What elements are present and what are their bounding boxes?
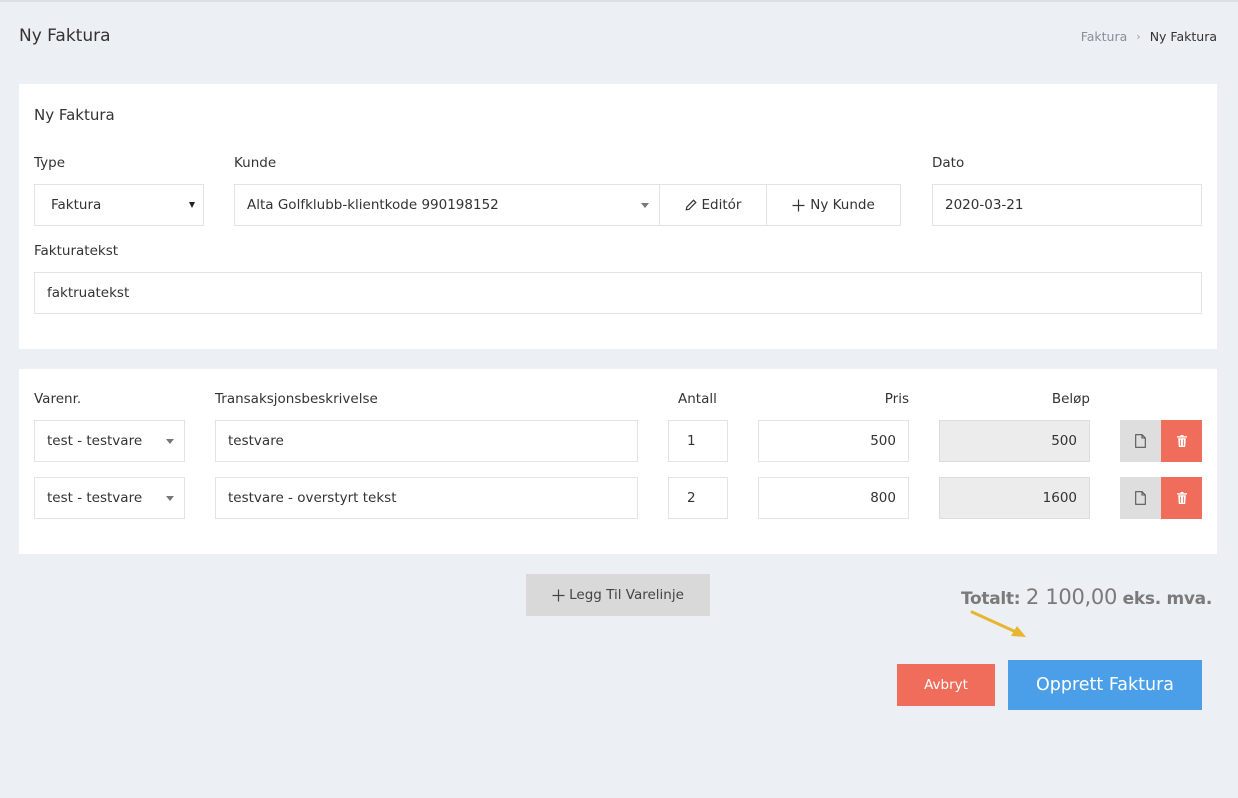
total-suffix: eks. mva. [1122, 589, 1213, 609]
row-1-description-input[interactable]: testvare [215, 420, 638, 462]
row-2-price-input[interactable]: 800 [758, 477, 909, 519]
file-icon [1135, 434, 1146, 448]
total-summary: Totalt: 2 100,00 eks. mva. [961, 585, 1212, 609]
page-title: Ny Faktura [19, 26, 111, 46]
edit-customer-label: Editór [701, 197, 742, 213]
breadcrumb-current: Ny Faktura [1149, 29, 1217, 44]
row-2-description-input[interactable]: testvare - overstyrt tekst [215, 477, 638, 519]
add-line-label: Legg Til Varelinje [569, 587, 684, 603]
row-1-quantity-value: 1 [687, 433, 696, 449]
row-2-varenr-value: test - testvare [47, 490, 143, 506]
file-icon [1135, 491, 1146, 505]
row-2-quantity-value: 2 [687, 490, 696, 506]
row-1-description-value: testvare [228, 433, 284, 449]
line-items-card: Varenr. Transaksjonsbeskrivelse Antall P… [19, 369, 1217, 554]
plus-icon [792, 199, 805, 211]
row-2-delete-button[interactable] [1161, 477, 1202, 519]
row-2-quantity-input[interactable]: 2 [668, 477, 728, 519]
dato-value: 2020-03-21 [945, 197, 1024, 213]
row-1-amount-field: 500 [939, 420, 1090, 462]
pencil-icon [685, 199, 697, 211]
header-pris: Pris [884, 391, 909, 407]
annotation-arrow-icon [970, 610, 1026, 637]
invoice-form-card: Ny Faktura Type Faktura Kunde Alta Golfk… [19, 84, 1217, 349]
trash-icon [1176, 492, 1187, 504]
add-line-button[interactable]: Legg Til Varelinje [526, 574, 710, 616]
row-1-delete-button[interactable] [1161, 420, 1202, 462]
breadcrumb: Faktura › Ny Faktura [1081, 29, 1217, 44]
total-label: Totalt: [960, 589, 1021, 609]
fakturatekst-label: Fakturatekst [34, 243, 119, 259]
kunde-select[interactable]: Alta Golfklubb-klientkode 990198152 [234, 184, 660, 226]
trash-icon [1176, 435, 1187, 447]
header-varenr: Varenr. [34, 391, 82, 407]
chevron-right-icon: › [1136, 30, 1141, 43]
edit-customer-button[interactable]: Editór [659, 184, 767, 226]
dato-label: Dato [932, 155, 965, 171]
fakturatekst-input[interactable]: faktruatekst [34, 272, 1202, 314]
fakturatekst-value: faktruatekst [47, 285, 130, 301]
row-2-amount-value: 1600 [1042, 490, 1077, 506]
kunde-value: Alta Golfklubb-klientkode 990198152 [247, 197, 499, 213]
kunde-label: Kunde [234, 155, 277, 171]
card-title: Ny Faktura [34, 106, 115, 124]
row-1-amount-value: 500 [1051, 433, 1077, 449]
create-invoice-button[interactable]: Opprett Faktura [1008, 660, 1202, 710]
plus-icon [552, 589, 565, 601]
row-2-varenr-select[interactable]: test - testvare [34, 477, 185, 519]
new-customer-button[interactable]: Ny Kunde [766, 184, 901, 226]
row-1-price-value: 500 [870, 433, 896, 449]
row-1-quantity-input[interactable]: 1 [668, 420, 728, 462]
cancel-button[interactable]: Avbryt [897, 664, 995, 706]
type-select[interactable]: Faktura [34, 184, 204, 226]
row-1-varenr-select[interactable]: test - testvare [34, 420, 185, 462]
row-2-description-value: testvare - overstyrt tekst [228, 490, 397, 506]
total-amount: 2 100,00 [1025, 585, 1118, 609]
row-1-copy-button[interactable] [1120, 420, 1161, 462]
header-antall: Antall [678, 391, 717, 407]
type-value: Faktura [51, 197, 102, 213]
header-beskrivelse: Transaksjonsbeskrivelse [215, 391, 378, 407]
dato-input[interactable]: 2020-03-21 [932, 184, 1202, 226]
header-belop: Beløp [1051, 391, 1090, 407]
row-2-price-value: 800 [870, 490, 896, 506]
row-2-copy-button[interactable] [1120, 477, 1161, 519]
type-label: Type [34, 155, 66, 171]
row-2-amount-field: 1600 [939, 477, 1090, 519]
new-customer-label: Ny Kunde [810, 197, 875, 213]
row-1-varenr-value: test - testvare [47, 433, 143, 449]
row-1-price-input[interactable]: 500 [758, 420, 909, 462]
breadcrumb-faktura[interactable]: Faktura [1081, 29, 1128, 44]
